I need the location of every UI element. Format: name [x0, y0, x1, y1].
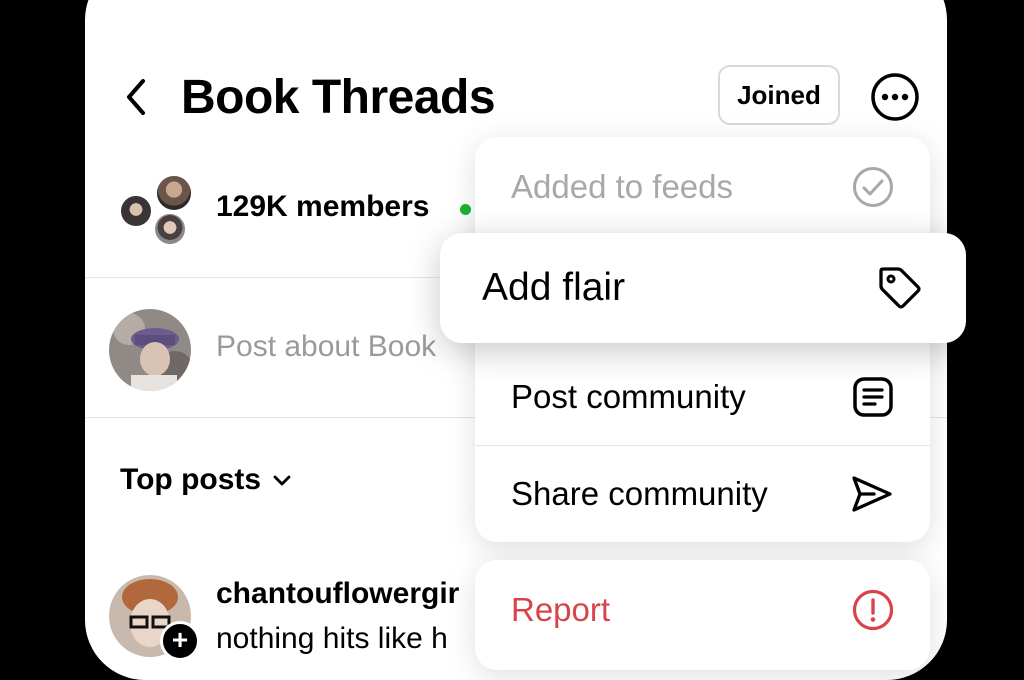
menu-item-label: Share community	[511, 475, 768, 512]
alert-icon	[852, 589, 894, 631]
post-author[interactable]: chantouflowergir	[216, 577, 459, 611]
menu-item-label: Post community	[511, 378, 746, 415]
post-snippet[interactable]: nothing hits like h	[216, 622, 448, 656]
menu-item-post-community[interactable]: Post community	[475, 349, 930, 445]
member-count[interactable]: 129K members	[216, 190, 429, 224]
sort-dropdown[interactable]: Top posts	[120, 463, 293, 497]
post-composer-input[interactable]: Post about Book	[216, 330, 436, 364]
avatar	[153, 212, 187, 246]
online-indicator	[460, 204, 471, 215]
send-icon	[850, 474, 894, 514]
tag-icon	[876, 264, 924, 312]
menu-item-share-community[interactable]: Share community	[475, 446, 930, 542]
menu-item-label: Added to feeds	[511, 168, 734, 205]
sort-label: Top posts	[120, 463, 262, 496]
follow-plus-icon[interactable]: +	[160, 621, 200, 661]
menu-item-report[interactable]: Report	[475, 560, 930, 660]
avatar	[119, 194, 153, 228]
more-options-icon[interactable]	[870, 72, 920, 122]
post-icon	[852, 376, 894, 418]
user-avatar[interactable]	[109, 309, 191, 391]
page-title: Book Threads	[181, 71, 496, 124]
menu-item-label: Report	[511, 591, 611, 628]
member-avatars	[119, 174, 197, 246]
back-icon[interactable]	[121, 75, 151, 119]
chevron-down-icon	[271, 469, 293, 491]
menu-item-label: Add flair	[482, 266, 626, 309]
avatar	[155, 174, 193, 212]
check-circle-icon	[852, 166, 894, 208]
menu-item-added-to-feeds[interactable]: Added to feeds	[475, 137, 930, 237]
menu-item-add-flair[interactable]: Add flair	[440, 233, 966, 343]
report-menu: Report	[475, 560, 930, 670]
joined-button[interactable]: Joined	[718, 65, 840, 125]
